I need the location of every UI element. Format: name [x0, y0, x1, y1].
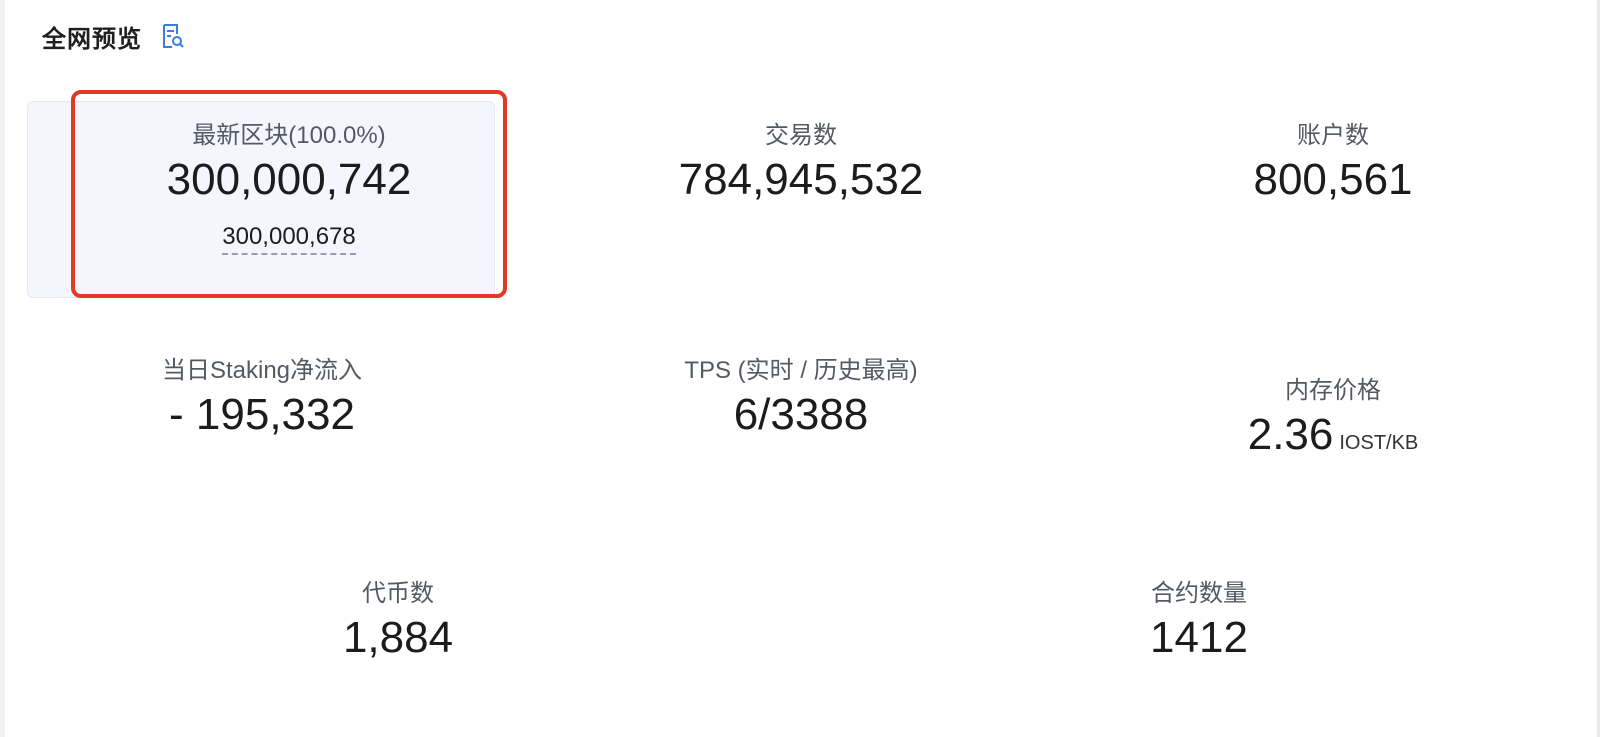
- ram-price-label: 内存价格: [1285, 377, 1381, 404]
- staking-inflow-stat: 当日Staking净流入 - 195,332: [44, 355, 480, 443]
- tokens-value: 1,884: [342, 613, 454, 662]
- panel-header: 全网预览: [42, 18, 184, 54]
- latest-block-stat: 最新区块(100.0%) 300,000,742 300,000,678: [71, 120, 507, 255]
- tps-stat: TPS (实时 / 历史最高) 6/3388: [583, 355, 1019, 443]
- tokens-stat: 代币数 1,884: [180, 578, 616, 666]
- accounts-label: 账户数: [1297, 122, 1369, 149]
- network-overview-panel: 全网预览 最新区块(100.0%) 300,000,742 300,000,67…: [0, 0, 1600, 737]
- ram-price-stat: 内存价格 2.36 IOST/KB: [1115, 375, 1551, 471]
- tokens-label: 代币数: [362, 580, 434, 607]
- latest-block-label: 最新区块(100.0%): [192, 122, 386, 149]
- transactions-stat: 交易数 784,945,532: [583, 120, 1019, 208]
- staking-inflow-value: - 195,332: [169, 390, 355, 439]
- latest-block-value: 300,000,742: [166, 155, 412, 204]
- irreversible-block-link[interactable]: 300,000,678: [222, 222, 356, 255]
- accounts-stat: 账户数 800,561: [1115, 120, 1551, 208]
- panel-title: 全网预览: [42, 25, 142, 53]
- tps-label: TPS (实时 / 历史最高): [684, 357, 918, 384]
- ram-price-value: 2.36: [1247, 410, 1334, 459]
- transactions-value: 784,945,532: [678, 155, 924, 204]
- accounts-value: 800,561: [1253, 155, 1413, 204]
- ram-price-unit: IOST/KB: [1339, 432, 1419, 454]
- left-edge-divider: [0, 0, 5, 737]
- contracts-label: 合约数量: [1151, 580, 1247, 607]
- contracts-value: 1412: [1150, 613, 1248, 662]
- contracts-stat: 合约数量 1412: [981, 578, 1417, 666]
- staking-inflow-label: 当日Staking净流入: [161, 357, 363, 384]
- tps-value: 6/3388: [733, 390, 869, 439]
- ram-price-value-row: 2.36 IOST/KB: [1115, 407, 1551, 471]
- transactions-label: 交易数: [765, 122, 837, 149]
- document-search-icon[interactable]: [160, 23, 184, 49]
